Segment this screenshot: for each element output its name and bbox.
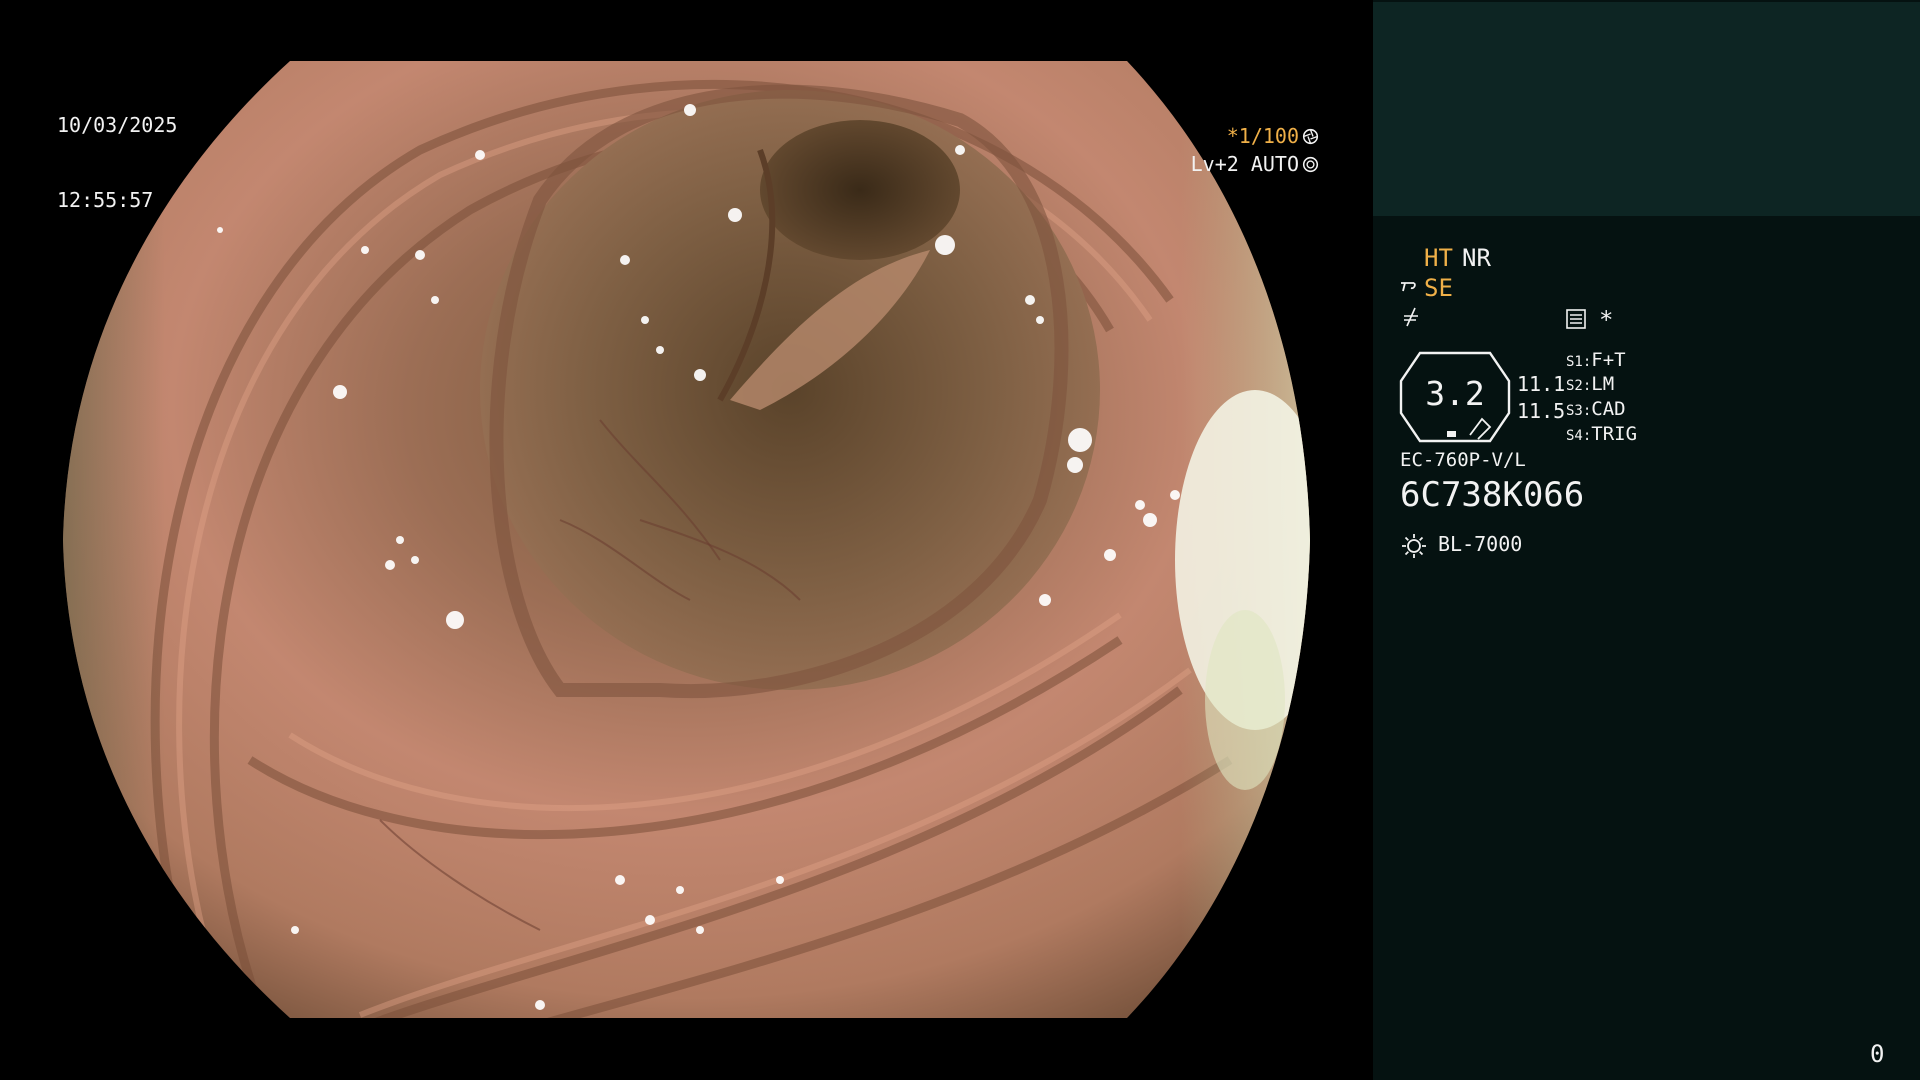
date-label: 10/03/2025 xyxy=(57,113,178,137)
scope-model-label: EC-760P-V/L xyxy=(1400,449,1526,471)
menu-list-icon xyxy=(1566,309,1586,329)
time-label: 12:55:57 xyxy=(57,188,154,212)
switch-key: S4: xyxy=(1566,428,1592,444)
switch-s3: S3:CAD xyxy=(1566,398,1626,420)
date-time-readout: 10/03/2025 12:55:57 xyxy=(57,63,177,263)
switch-value: LM xyxy=(1591,373,1615,395)
switch-key: S1: xyxy=(1566,354,1592,370)
endoscopy-display: 10/03/2025 12:55:57 *1/100 Lv+2 AUTO HT … xyxy=(0,0,1920,1080)
ht-mode-label: HT xyxy=(1424,244,1453,272)
patient-info-area xyxy=(1373,2,1920,216)
switch-key: S3: xyxy=(1566,403,1592,419)
switch-value: CAD xyxy=(1591,398,1626,420)
zoom-value-b: 11.5 xyxy=(1517,399,1566,423)
light-source-icon xyxy=(1402,534,1426,558)
freeze-icon xyxy=(1404,307,1418,327)
switch-key: S2: xyxy=(1566,378,1592,394)
switch-value: TRIG xyxy=(1591,423,1638,445)
scope-serial-label: 6C738K066 xyxy=(1400,475,1585,515)
brightness-level-label: Lv+2 xyxy=(1190,152,1239,176)
switch-value: F+T xyxy=(1591,349,1626,371)
endoscope-image-view: 10/03/2025 12:55:57 *1/100 Lv+2 AUTO xyxy=(0,0,1373,1080)
structure-enhance-icon xyxy=(1401,282,1416,292)
exposure-mode-label: AUTO xyxy=(1250,152,1299,176)
exposure-readout: Lv+2 AUTO xyxy=(1118,127,1319,202)
star-indicator: * xyxy=(1599,306,1614,334)
se-mode-label: SE xyxy=(1424,274,1453,302)
zoom-value: 3.2 xyxy=(1425,374,1485,413)
switch-s4: S4:TRIG xyxy=(1566,423,1637,445)
frame-counter: 0 xyxy=(1870,1040,1885,1068)
light-source-label: BL-7000 xyxy=(1438,532,1523,556)
switch-s2: S2:LM xyxy=(1566,373,1614,395)
iris-icon xyxy=(1302,156,1319,173)
nr-mode-label: NR xyxy=(1462,244,1491,272)
switch-s1: S1:F+T xyxy=(1566,349,1626,371)
zoom-value-a: 11.1 xyxy=(1517,372,1566,396)
info-panel: HT NR SE * 3.2 11.1 11.5 S1:F+T S2:LM S3… xyxy=(1373,0,1920,1080)
